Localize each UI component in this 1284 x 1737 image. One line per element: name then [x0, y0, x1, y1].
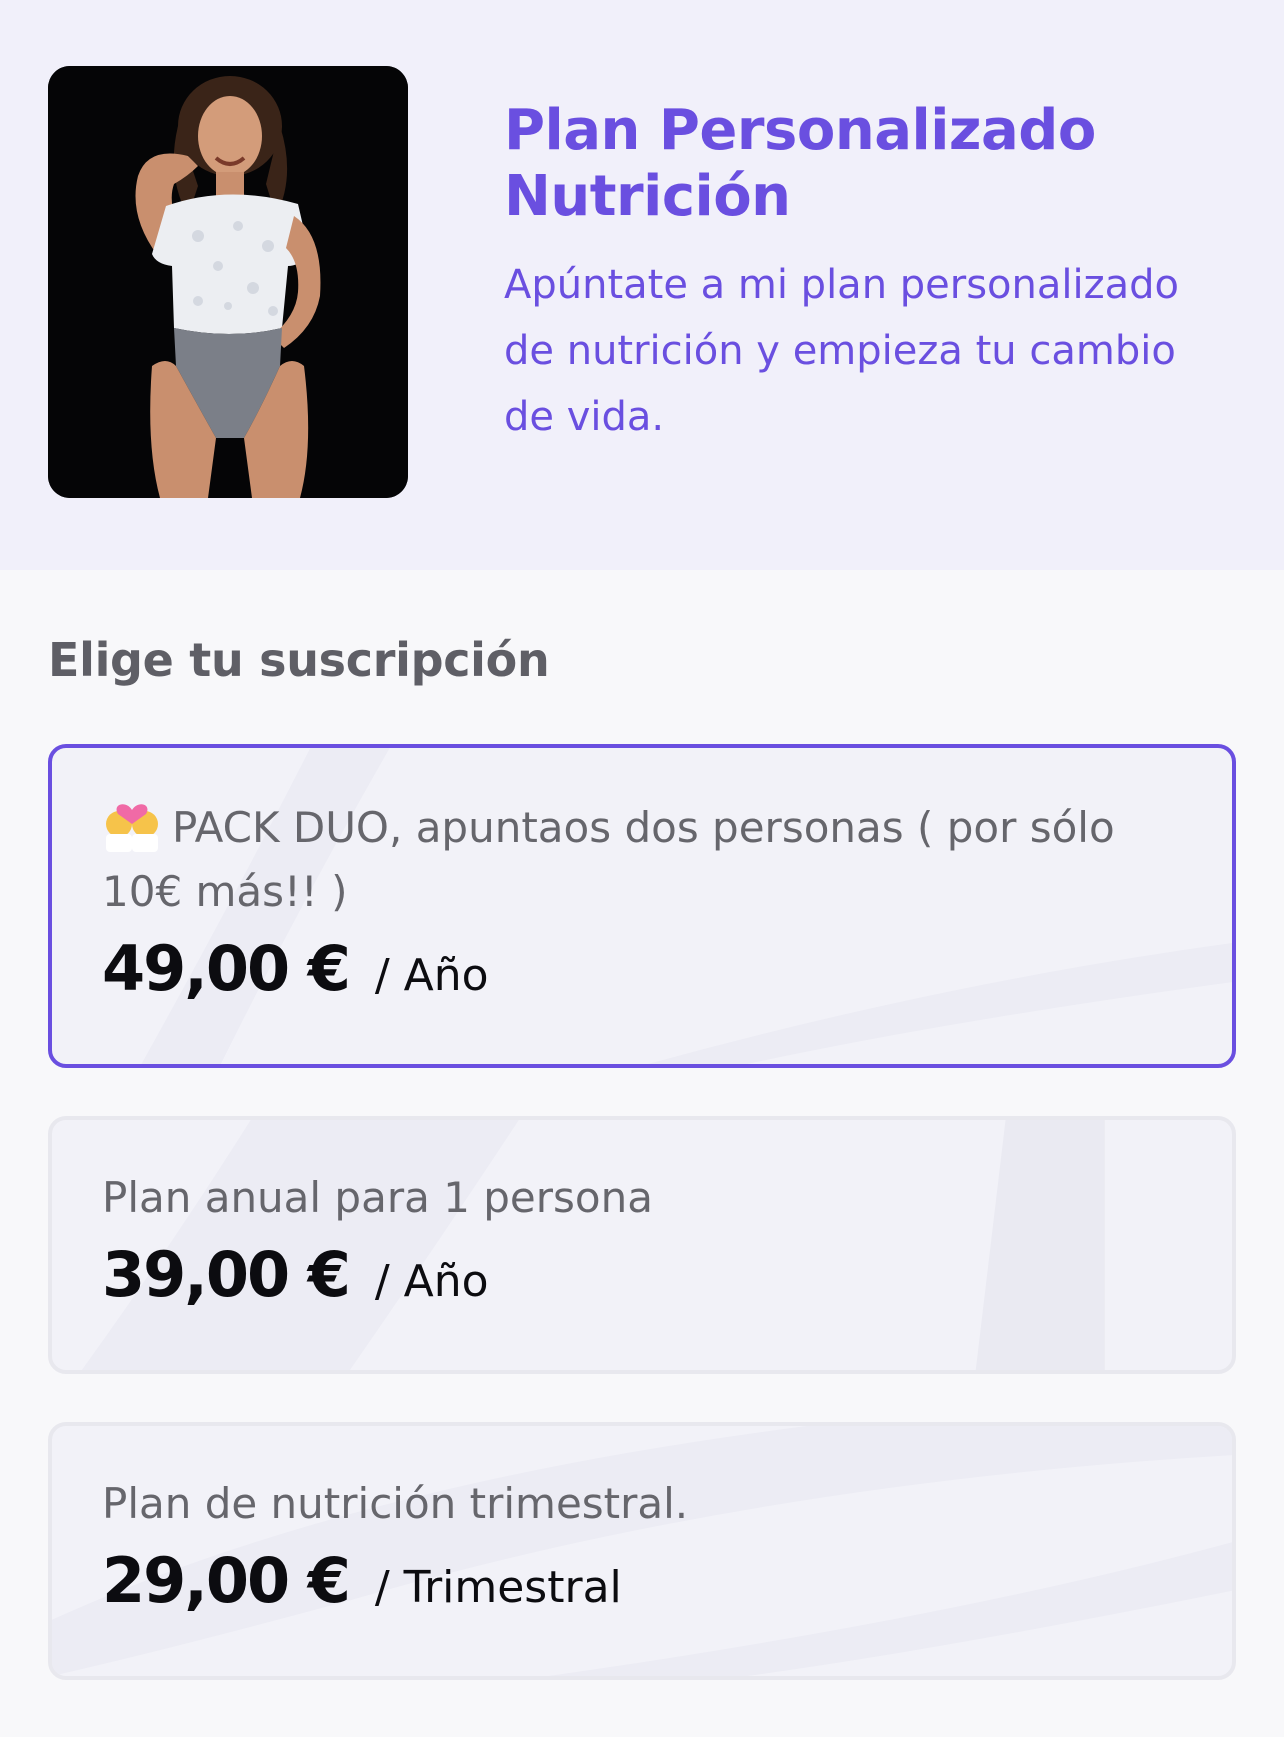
page-title-line-1: Plan Personalizado	[504, 98, 1096, 163]
subscription-heading: Elige tu suscripción	[48, 633, 550, 687]
plan-name: Plan anual para 1 persona	[102, 1173, 653, 1222]
plan-period: / Año	[374, 950, 489, 1001]
price-row: 29,00 € / Trimestral	[102, 1544, 1182, 1617]
plan-card-pack-duo[interactable]: PACK DUO, apuntaos dos personas ( por só…	[48, 744, 1236, 1068]
hero-text: Plan Personalizado Nutrición Apúntate a …	[504, 98, 1204, 450]
price-row: 39,00 € / Año	[102, 1238, 1182, 1311]
plan-period: / Trimestral	[374, 1562, 622, 1613]
price-row: 49,00 € / Año	[102, 932, 1182, 1005]
trainer-photo	[48, 66, 408, 498]
plan-period: / Año	[374, 1256, 489, 1307]
hero-description: Apúntate a mi plan personalizado de nutr…	[504, 262, 1179, 440]
plan-price: 49,00 €	[102, 932, 351, 1005]
plan-name-text: PACK DUO, apuntaos dos personas ( por só…	[102, 803, 1115, 916]
hero-section: Plan Personalizado Nutrición Apúntate a …	[0, 0, 1284, 570]
plan-name: Plan de nutrición trimestral.	[102, 1479, 689, 1528]
plan-card-quarterly[interactable]: Plan de nutrición trimestral. 29,00 € / …	[48, 1422, 1236, 1680]
page-title: Plan Personalizado Nutrición	[504, 98, 1204, 230]
plan-price: 29,00 €	[102, 1544, 351, 1617]
plan-card-annual[interactable]: Plan anual para 1 persona 39,00 € / Año	[48, 1116, 1236, 1374]
page-title-line-2: Nutrición	[504, 164, 791, 229]
plan-name: PACK DUO, apuntaos dos personas ( por só…	[102, 794, 1182, 924]
couple-with-heart-icon	[106, 804, 158, 852]
plan-price: 39,00 €	[102, 1238, 351, 1311]
